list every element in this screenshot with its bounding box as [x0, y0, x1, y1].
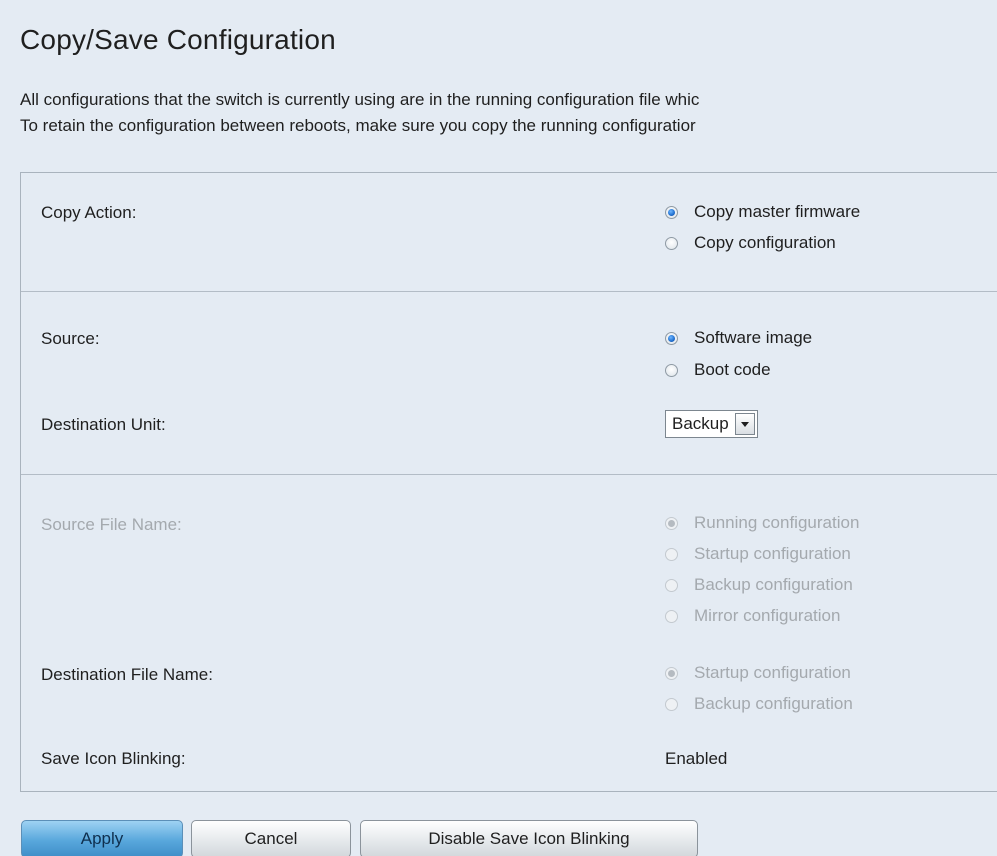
destination-file-name-label: Destination File Name:	[41, 665, 213, 684]
radio-unchecked-icon[interactable]	[665, 363, 678, 377]
select-value: Backup	[672, 414, 729, 433]
option-label: Software image	[694, 328, 813, 347]
apply-button[interactable]: Apply	[21, 820, 183, 856]
destination-unit-select[interactable]: Backup	[665, 410, 758, 438]
dropdown-arrow-icon[interactable]	[734, 413, 755, 435]
copy-action-option-configuration[interactable]: Copy configuration	[665, 230, 836, 256]
option-label: Mirror configuration	[694, 606, 841, 625]
source-option-boot-code[interactable]: Boot code	[665, 357, 771, 383]
source-option-software-image[interactable]: Software image	[665, 325, 812, 351]
radio-unchecked-icon[interactable]	[665, 697, 678, 711]
page-title: Copy/Save Configuration	[20, 24, 336, 55]
configuration-form-panel: Copy Action: Copy master firmware Copy c…	[20, 172, 997, 792]
radio-unchecked-icon[interactable]	[665, 578, 678, 592]
source-file-option-backup[interactable]: Backup configuration	[665, 572, 853, 598]
option-label: Startup configuration	[694, 663, 851, 682]
save-icon-blinking-value: Enabled	[665, 749, 728, 768]
page-description-line-1: All configurations that the switch is cu…	[20, 90, 700, 109]
source-file-name-label: Source File Name:	[41, 515, 182, 534]
option-label: Running configuration	[694, 513, 860, 532]
copy-save-configuration-page: Copy/Save Configuration All configuratio…	[0, 0, 997, 856]
radio-unchecked-icon[interactable]	[665, 609, 678, 623]
section-divider	[21, 474, 997, 475]
copy-action-option-master-firmware[interactable]: Copy master firmware	[665, 199, 860, 225]
option-label: Copy configuration	[694, 233, 836, 252]
cancel-button[interactable]: Cancel	[191, 820, 351, 856]
radio-checked-icon[interactable]	[665, 331, 678, 345]
radio-unchecked-icon[interactable]	[665, 236, 678, 250]
option-label: Backup configuration	[694, 694, 853, 713]
destination-file-option-backup[interactable]: Backup configuration	[665, 691, 853, 717]
radio-checked-icon[interactable]	[665, 516, 678, 530]
page-description-line-2: To retain the configuration between rebo…	[20, 116, 696, 135]
radio-unchecked-icon[interactable]	[665, 547, 678, 561]
option-label: Backup configuration	[694, 575, 853, 594]
source-label: Source:	[41, 329, 100, 348]
section-divider	[21, 291, 997, 292]
source-file-option-mirror[interactable]: Mirror configuration	[665, 603, 840, 629]
radio-checked-icon[interactable]	[665, 205, 678, 219]
radio-checked-icon[interactable]	[665, 666, 678, 680]
option-label: Boot code	[694, 360, 771, 379]
destination-unit-label: Destination Unit:	[41, 415, 166, 434]
disable-save-icon-blinking-button[interactable]: Disable Save Icon Blinking	[360, 820, 698, 856]
source-file-option-startup[interactable]: Startup configuration	[665, 541, 851, 567]
save-icon-blinking-label: Save Icon Blinking:	[41, 749, 186, 768]
option-label: Startup configuration	[694, 544, 851, 563]
copy-action-label: Copy Action:	[41, 203, 137, 222]
destination-file-option-startup[interactable]: Startup configuration	[665, 660, 851, 686]
source-file-option-running[interactable]: Running configuration	[665, 510, 859, 536]
option-label: Copy master firmware	[694, 202, 861, 221]
